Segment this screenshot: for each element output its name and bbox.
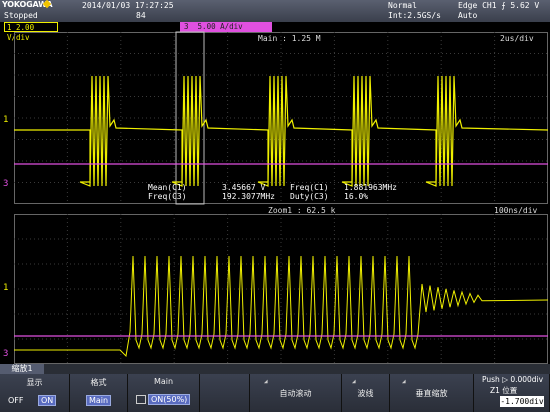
measurement-value: 16.0% xyxy=(344,192,369,201)
measurement-name: Mean(C1) xyxy=(148,183,187,192)
measurement-value: 3.45667 V xyxy=(222,183,266,192)
display-off-option[interactable]: OFF xyxy=(8,396,24,405)
ch3-level-marker: 3 xyxy=(3,179,8,189)
zoom-window-title: Zoom1 : 62.5 k xyxy=(268,206,336,215)
main-softkey[interactable]: Main ON(50%) xyxy=(128,374,200,412)
trace-label: 波线 xyxy=(357,389,374,398)
measurement-value: 1.881963MHz xyxy=(344,183,397,192)
measurement-name: Freq(C3) xyxy=(148,192,187,201)
auto-scroll-label: 自动滚动 xyxy=(279,389,312,398)
main-window-title: Main : 1.25 M xyxy=(258,34,321,43)
menu-tab-zoom1[interactable]: 縮放1 xyxy=(0,364,44,374)
format-softkey[interactable]: 格式 Main xyxy=(70,374,128,412)
expand-arrow-icon: ◢ xyxy=(352,378,356,385)
measurement-row: Freq(C3) 192.3077MHz Duty(C3) 16.0% xyxy=(148,192,397,201)
vertical-zoom-label: 垂直缩放 xyxy=(415,389,448,398)
expand-arrow-icon: ◢ xyxy=(402,378,406,385)
ch1-level-marker: 1 xyxy=(3,115,8,125)
measurement-panel: Mean(C1) 3.45667 V Freq(C1) 1.881963MHz Fre… xyxy=(148,183,397,201)
main-value[interactable]: ON(50%) xyxy=(148,394,191,405)
main-title: Main xyxy=(153,377,174,386)
format-value[interactable]: Main xyxy=(86,395,112,406)
z1-position-value[interactable]: -1.700div xyxy=(500,396,544,407)
measurement-name: Duty(C3) xyxy=(290,192,329,201)
zoom-ch3-level-marker: 3 xyxy=(3,349,8,359)
measurement-value: 192.3077MHz xyxy=(222,192,275,201)
main-value-wrap: ON(50%) xyxy=(136,394,191,405)
expand-arrow-icon: ◢ xyxy=(264,378,268,385)
push-label: Push ▷ 0.000div xyxy=(482,375,544,384)
trace-softkey[interactable]: 波线 xyxy=(342,374,390,412)
z1-position-label: Z1 位置 xyxy=(490,386,518,395)
measurement-row: Mean(C1) 3.45667 V Freq(C1) 1.881963MHz xyxy=(148,183,397,192)
display-on-option[interactable]: ON xyxy=(38,395,57,406)
format-title: 格式 xyxy=(90,378,107,387)
main-timebase: 2us/div xyxy=(500,34,534,43)
display-softkey[interactable]: 显示 OFF ON xyxy=(0,374,70,412)
measurement-name: Freq(C1) xyxy=(290,183,329,192)
display-title: 显示 xyxy=(26,378,43,387)
empty-softkey xyxy=(200,374,250,412)
window-icon xyxy=(136,395,146,404)
zoom-timebase: 100ns/div xyxy=(494,206,538,215)
zoom-ch1-level-marker: 1 xyxy=(3,283,8,293)
